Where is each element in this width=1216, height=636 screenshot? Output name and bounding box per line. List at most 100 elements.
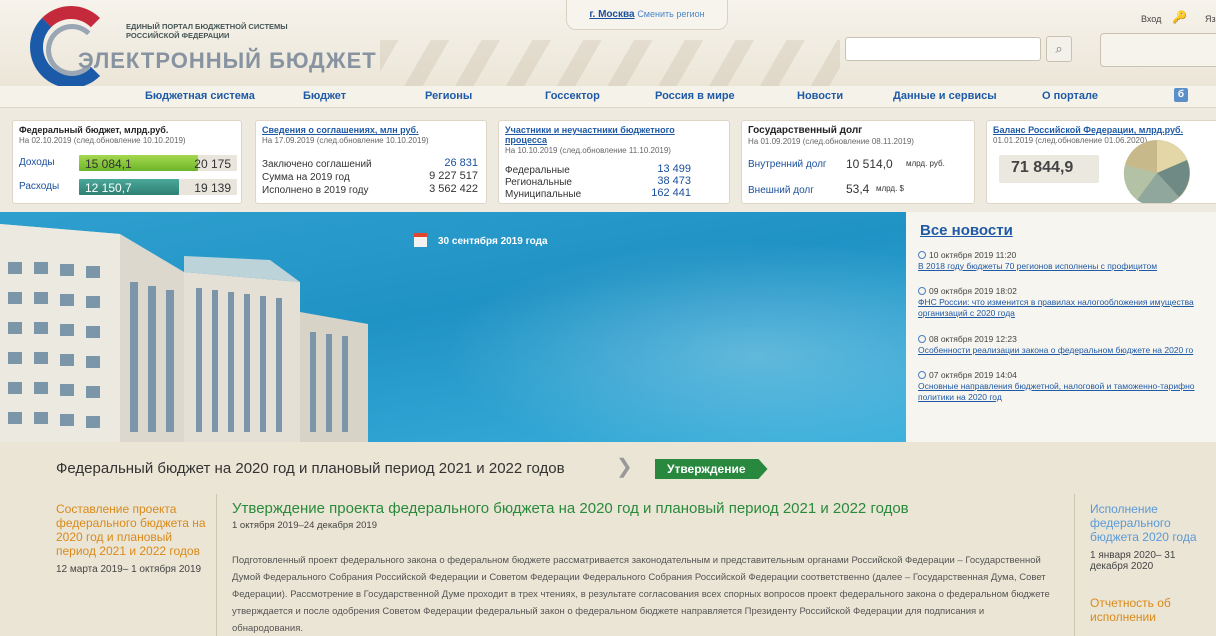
stage-next-column[interactable]: Исполнение федерального бюджета 2020 год… [1090, 502, 1216, 624]
income-total: 20 175 [194, 157, 231, 171]
prev-stage-dates: 12 марта 2019– 1 октября 2019 [56, 564, 202, 575]
participants-box: Участники и неучастники бюджетного проце… [498, 120, 730, 204]
current-stage-dates: 1 октября 2019–24 декабря 2019 [232, 520, 378, 531]
search-icon[interactable]: ⌕ [1046, 36, 1072, 62]
hero-banner[interactable]: 30 сентября 2019 года [0, 212, 906, 442]
brand-title[interactable]: ЭЛЕКТРОННЫЙ БЮДЖЕТ [78, 48, 377, 74]
banner-date: 30 сентября 2019 года [438, 236, 548, 247]
prev-stage-title[interactable]: Составление проекта федерального бюджета… [56, 502, 206, 558]
expense-total: 19 139 [194, 181, 231, 195]
balance-title-link[interactable]: Баланс Российской Федерации, млрд.руб. [993, 125, 1183, 135]
language-link[interactable]: Яз [1205, 14, 1216, 24]
news-link[interactable]: Основные направления бюджетной, налогово… [918, 381, 1216, 392]
chevron-right-icon: ❯ [616, 456, 633, 478]
reporting-title[interactable]: Отчетность об исполнении [1090, 596, 1216, 624]
region-link[interactable]: г. Москва [589, 9, 634, 20]
next-stage-title[interactable]: Исполнение федерального бюджета 2020 год… [1090, 502, 1216, 544]
external-debt-unit: млрд. $ [876, 184, 904, 193]
search-input[interactable] [845, 37, 1041, 61]
main-nav: Бюджетная система Бюджет Регионы Госсект… [0, 86, 1216, 108]
municipal-participants-link[interactable]: 162 441 [651, 187, 691, 199]
news-date: 08 октября 2019 12:23 [918, 334, 1216, 345]
participants-sub: На 10.10.2019 (след.обновление 11.10.201… [505, 146, 671, 155]
balance-pie-chart-icon[interactable] [1117, 135, 1197, 204]
participants-title-link[interactable]: Участники и неучастники бюджетного проце… [505, 125, 715, 145]
news-item[interactable]: 08 октября 2019 12:23 Особенности реализ… [918, 334, 1216, 356]
internal-debt-value: 10 514,0 [846, 157, 893, 171]
all-news-link[interactable]: Все новости [920, 222, 1013, 239]
internal-debt-unit: млрд. руб. [906, 159, 945, 168]
nav-item-budget-system[interactable]: Бюджетная система [145, 90, 255, 102]
news-link[interactable]: Особенности реализации закона о федераль… [918, 345, 1193, 355]
income-link[interactable]: Доходы [19, 157, 55, 168]
budget-stage-section: Федеральный бюджет на 2020 год и плановы… [0, 442, 1216, 636]
debt-title: Государственный долг [748, 125, 863, 136]
next-stage-dates: 1 января 2020– 31 декабря 2020 [1090, 550, 1176, 572]
federal-sub: На 02.10.2019 (след.обновление 10.10.201… [19, 136, 186, 145]
income-value: 15 084,1 [85, 157, 132, 171]
nav-item-regions[interactable]: Регионы [425, 90, 472, 102]
news-link[interactable]: В 2018 году бюджеты 70 регионов исполнен… [918, 261, 1157, 271]
stage-prev-column[interactable]: Составление проекта федерального бюджета… [56, 502, 206, 575]
banner-glow [390, 222, 906, 442]
news-link-cont[interactable]: организаций с 2020 года [918, 308, 1216, 319]
news-link-cont[interactable]: политики на 2020 год [918, 392, 1216, 403]
executed-value: 3 562 422 [429, 183, 478, 195]
calendar-icon [414, 233, 427, 247]
agreements-label: Заключено соглашений [262, 159, 372, 170]
sum-2019-value: 9 227 517 [429, 170, 478, 182]
key-icon[interactable]: 🔑 [1172, 10, 1187, 24]
divider [216, 494, 217, 636]
header-ornament [380, 40, 840, 86]
nav-item-news[interactable]: Новости [797, 90, 843, 102]
federal-participants-label: Федеральные [505, 165, 570, 176]
debt-sub: На 01.09.2019 (след.обновление 08.11.201… [748, 137, 914, 146]
news-item[interactable]: 10 октября 2019 11:20 В 2018 году бюджет… [918, 250, 1216, 272]
nav-item-about[interactable]: О портале [1042, 90, 1098, 102]
login-link[interactable]: Вход [1141, 14, 1161, 24]
news-link[interactable]: ФНС России: что изменится в правилах нал… [918, 297, 1216, 308]
regional-participants-link[interactable]: 38 473 [657, 175, 691, 187]
executed-label: Исполнено в 2019 году [262, 185, 369, 196]
balance-value: 71 844,9 [1011, 159, 1074, 176]
nav-item-data-services[interactable]: Данные и сервисы [893, 90, 997, 102]
current-stage-description: Подготовленный проект федерального закон… [232, 555, 1050, 634]
nav-item-budget[interactable]: Бюджет [303, 90, 346, 102]
nav-item-gossector[interactable]: Госсектор [545, 90, 600, 102]
stage-badge-approval[interactable]: Утверждение [655, 459, 768, 479]
divider [1074, 494, 1075, 636]
secondary-search-field[interactable] [1100, 33, 1216, 67]
expense-value: 12 150,7 [85, 181, 132, 195]
external-debt-value: 53,4 [846, 182, 870, 196]
expense-link[interactable]: Расходы [19, 181, 59, 192]
municipal-participants-label: Муниципальные [505, 189, 582, 200]
agreements-box: Сведения о соглашениях, млн руб. На 17.0… [255, 120, 487, 204]
portal-title: ЕДИНЫЙ ПОРТАЛ БЮДЖЕТНОЙ СИСТЕМЫ РОССИЙСК… [126, 22, 288, 40]
site-header: ЕДИНЫЙ ПОРТАЛ БЮДЖЕТНОЙ СИСТЕМЫ РОССИЙСК… [0, 0, 1216, 86]
nav-item-russia-world[interactable]: Россия в мире [655, 90, 735, 102]
stage-title: Федеральный бюджет на 2020 год и плановы… [56, 460, 565, 477]
news-item[interactable]: 09 октября 2019 18:02 ФНС России: что из… [918, 286, 1216, 319]
balance-box: Баланс Российской Федерации, млрд.руб. 0… [986, 120, 1216, 204]
state-duma-building-image [0, 224, 368, 442]
federal-participants-link[interactable]: 13 499 [657, 163, 691, 175]
state-debt-box: Государственный долг На 01.09.2019 (след… [741, 120, 975, 204]
federal-budget-box: Федеральный бюджет, млрд.руб. На 02.10.2… [12, 120, 242, 204]
region-selector: г. Москва Сменить регион [566, 0, 728, 30]
federal-title: Федеральный бюджет, млрд.руб. [19, 125, 169, 135]
stats-strip: Федеральный бюджет, млрд.руб. На 02.10.2… [0, 108, 1216, 212]
news-date: 09 октября 2019 18:02 [918, 286, 1216, 297]
agreements-value-link[interactable]: 26 831 [444, 157, 478, 169]
agreements-title-link[interactable]: Сведения о соглашениях, млн руб. [262, 125, 419, 135]
external-debt-link[interactable]: Внешний долг [748, 185, 814, 196]
news-date: 07 октября 2019 14:04 [918, 370, 1216, 381]
current-stage-title: Утверждение проекта федерального бюджета… [232, 500, 909, 517]
news-panel: Все новости 10 октября 2019 11:20 В 2018… [906, 212, 1216, 442]
accessibility-icon[interactable]: б [1174, 88, 1188, 102]
change-region-link[interactable]: Сменить регион [637, 9, 704, 19]
news-date: 10 октября 2019 11:20 [918, 250, 1216, 261]
regional-participants-label: Региональные [505, 177, 572, 188]
internal-debt-link[interactable]: Внутренний долг [748, 159, 827, 170]
agreements-sub: На 17.09.2019 (след.обновление 10.10.201… [262, 136, 429, 145]
news-item[interactable]: 07 октября 2019 14:04 Основные направлен… [918, 370, 1216, 403]
